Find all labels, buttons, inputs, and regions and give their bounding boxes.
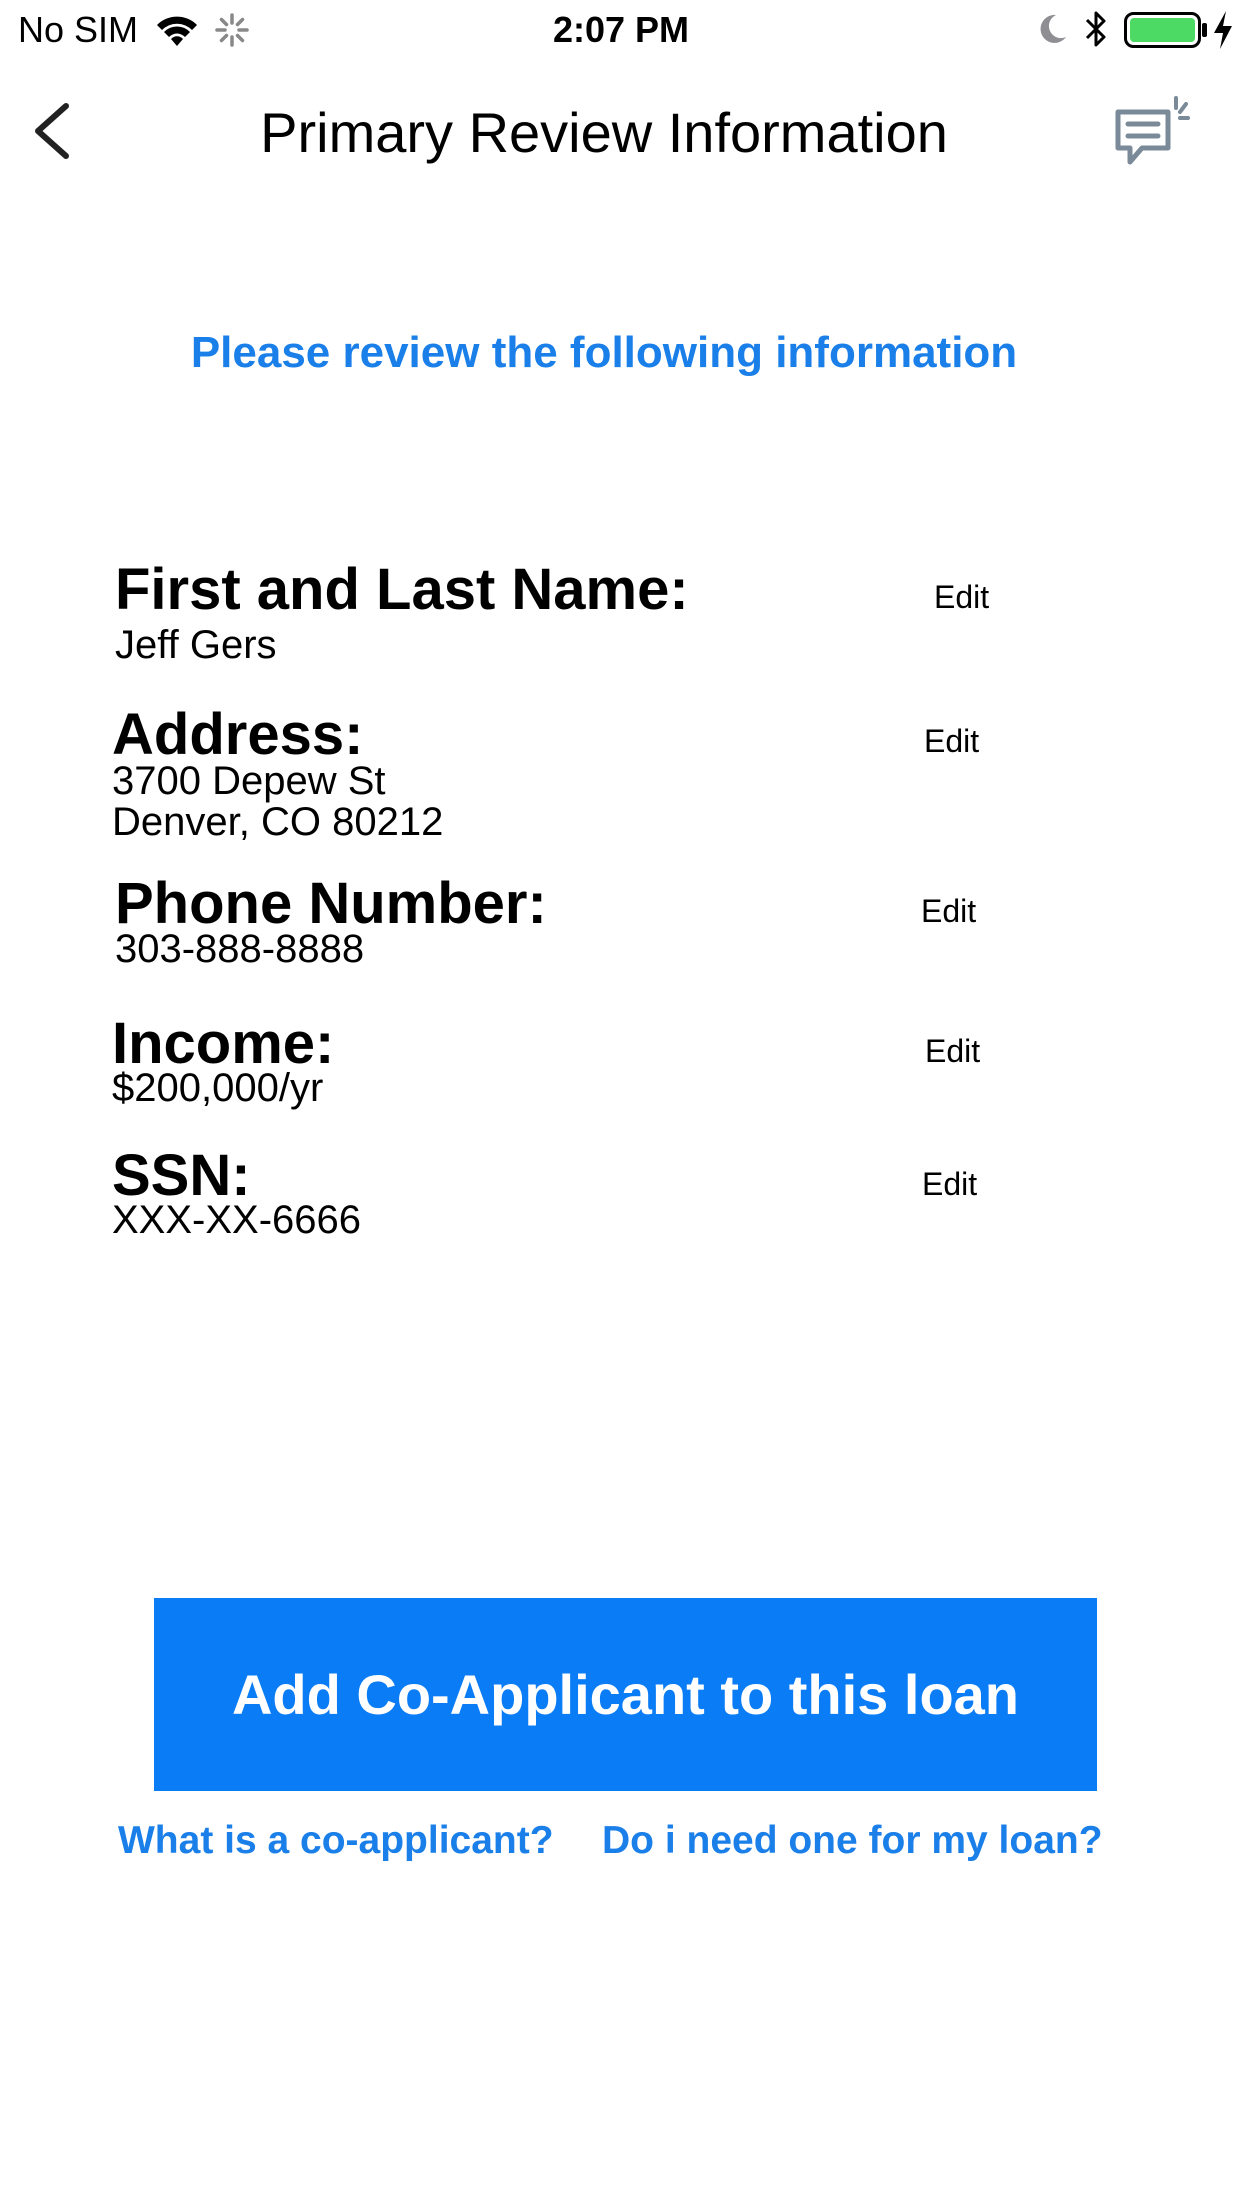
page-title: Primary Review Information [260,101,948,164]
address-line-1: 3700 Depew St [112,759,386,803]
add-coapplicant-button[interactable]: Add Co-Applicant to this loan [154,1598,1097,1791]
name-value: Jeff Gers [115,623,277,667]
charging-bolt-icon [1214,11,1232,49]
what-is-coapplicant-link[interactable]: What is a co-applicant? [118,1817,554,1865]
address-label: Address: [112,702,364,767]
chat-button[interactable] [1112,90,1192,170]
edit-phone-link[interactable]: Edit [921,892,976,930]
moon-icon [1040,14,1066,43]
chat-bubble-icon [1115,96,1190,165]
phone-value: 303-888-8888 [115,927,365,971]
income-value: $200,000/yr [112,1066,324,1110]
edit-ssn-link[interactable]: Edit [922,1165,977,1203]
bluetooth-icon [1085,11,1106,47]
review-instructions: Please review the following information [190,328,1018,377]
name-label: First and Last Name: [115,557,689,622]
edit-address-link[interactable]: Edit [924,722,979,760]
edit-name-link[interactable]: Edit [934,578,989,616]
battery-icon [1124,12,1207,48]
do-i-need-coapplicant-link[interactable]: Do i need one for my loan? [602,1817,1103,1865]
ssn-value: XXX-XX-6666 [112,1198,362,1242]
address-line-2: Denver, CO 80212 [112,800,444,844]
edit-income-link[interactable]: Edit [925,1032,980,1070]
